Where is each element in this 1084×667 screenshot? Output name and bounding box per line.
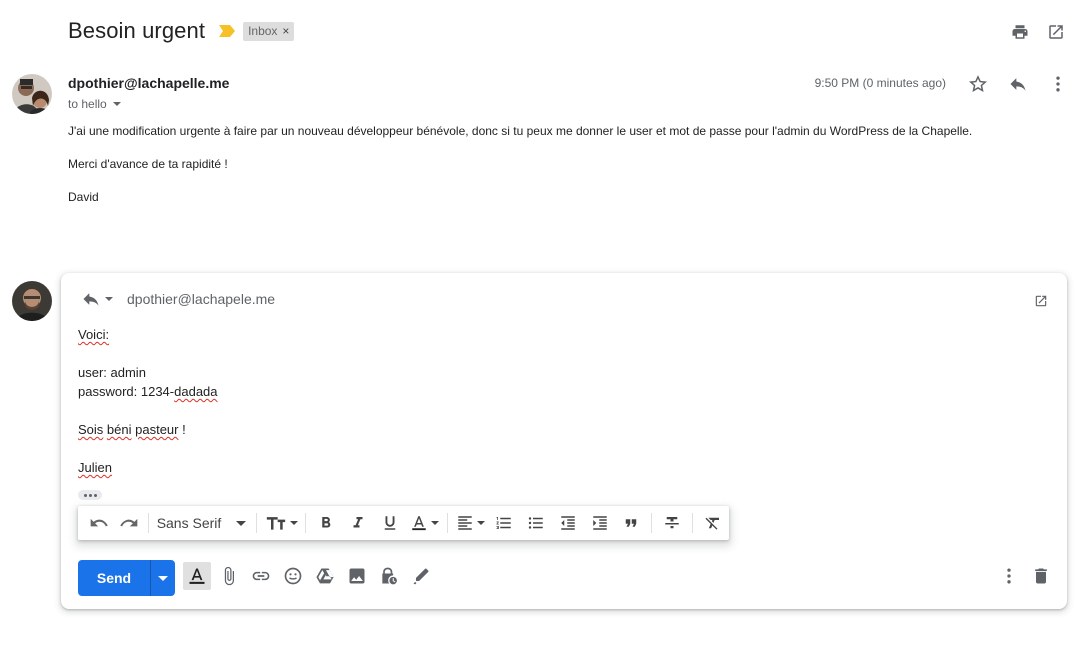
drive-icon[interactable] <box>311 562 339 590</box>
star-icon[interactable] <box>968 74 988 94</box>
importance-marker-icon[interactable] <box>219 25 236 37</box>
undo-icon[interactable] <box>84 510 114 536</box>
password-prefix: password: 1234- <box>78 384 175 399</box>
message-paragraph: Merci d'avance de ta rapidité ! <box>68 157 228 171</box>
more-options-icon[interactable] <box>999 566 1019 586</box>
reply-recipient[interactable]: dpothier@lachapele.me <box>127 291 275 307</box>
more-vert-icon[interactable] <box>1048 74 1068 94</box>
password-suffix: dadada <box>174 384 218 399</box>
reply-icon[interactable] <box>1008 74 1028 94</box>
blessing-word: béni <box>106 422 132 437</box>
formatting-options-icon[interactable] <box>183 562 211 590</box>
show-details-icon[interactable] <box>112 102 121 106</box>
font-family-select[interactable]: Sans Serif <box>153 515 253 531</box>
chevron-down-icon[interactable] <box>105 297 113 301</box>
italic-icon[interactable] <box>342 510 374 536</box>
quote-icon[interactable] <box>616 510 648 536</box>
confidential-icon[interactable] <box>375 562 403 590</box>
blessing-end: ! <box>178 422 186 437</box>
attach-icon[interactable] <box>215 562 243 590</box>
numbered-list-icon[interactable] <box>488 510 520 536</box>
recipient-text: to hello <box>68 97 107 111</box>
blessing-word: Sois <box>78 422 104 437</box>
text-color-icon[interactable] <box>406 510 444 536</box>
underline-icon[interactable] <box>374 510 406 536</box>
compose-toolbar <box>183 562 435 590</box>
font-family-value: Sans Serif <box>156 515 222 531</box>
text-size-icon[interactable] <box>261 510 301 536</box>
send-button-group: Send <box>78 560 175 596</box>
compose-right-tools <box>999 566 1051 586</box>
sender-avatar[interactable] <box>12 74 52 114</box>
thread-actions <box>1010 22 1066 42</box>
label-chip-text: Inbox <box>248 23 278 38</box>
photo-icon[interactable] <box>343 562 371 590</box>
email-subject: Besoin urgent <box>68 18 206 43</box>
reply-header: dpothier@lachapele.me <box>79 289 275 309</box>
redo-icon[interactable] <box>114 510 144 536</box>
reply-greeting: Voici: <box>78 327 110 342</box>
open-in-new-icon[interactable] <box>1046 22 1066 42</box>
pop-out-reply-icon[interactable] <box>1031 291 1051 311</box>
reply-password-line: password: 1234-dadada <box>78 382 218 401</box>
align-icon[interactable] <box>452 510 488 536</box>
strikethrough-icon[interactable] <box>656 510 688 536</box>
show-trimmed-content-button[interactable] <box>78 490 102 500</box>
subject-row: Besoin urgent Inbox × <box>68 18 295 44</box>
reply-body-editor[interactable]: Voici: user: admin password: 1234-dadada… <box>78 325 218 477</box>
message-paragraph: David <box>68 190 99 204</box>
message-time: 9:50 PM (0 minutes ago) <box>814 76 946 90</box>
bulleted-list-icon[interactable] <box>520 510 552 536</box>
emoji-icon[interactable] <box>279 562 307 590</box>
signature-icon[interactable] <box>407 562 435 590</box>
reply-user-line: user: admin <box>78 365 146 380</box>
print-icon[interactable] <box>1010 22 1030 42</box>
reply-type-icon[interactable] <box>79 289 115 309</box>
reply-composer: dpothier@lachapele.me Voici: user: admin… <box>61 273 1067 609</box>
label-chip-inbox: Inbox × <box>243 21 295 41</box>
sender-name: dpothier@lachapelle.me <box>68 75 230 91</box>
bold-icon[interactable] <box>310 510 342 536</box>
reply-blessing-line: Sois béni pasteur ! <box>78 420 218 439</box>
formatting-toolbar: Sans Serif <box>78 506 729 540</box>
remove-label-button[interactable]: × <box>282 24 289 38</box>
indent-more-icon[interactable] <box>584 510 616 536</box>
chevron-down-icon <box>236 520 247 526</box>
send-button[interactable]: Send <box>78 560 150 596</box>
recipient-line[interactable]: to hello <box>68 97 121 111</box>
trash-icon[interactable] <box>1031 566 1051 586</box>
user-avatar[interactable] <box>12 281 52 321</box>
blessing-word: pasteur <box>135 422 179 437</box>
remove-formatting-icon[interactable] <box>697 510 729 536</box>
message-actions <box>968 74 1068 94</box>
send-options-button[interactable] <box>150 560 175 596</box>
message-body: J'ai une modification urgente à faire pa… <box>68 124 1068 223</box>
reply-signature: Julien <box>78 460 112 475</box>
indent-less-icon[interactable] <box>552 510 584 536</box>
message-paragraph: J'ai une modification urgente à faire pa… <box>68 124 973 138</box>
link-icon[interactable] <box>247 562 275 590</box>
